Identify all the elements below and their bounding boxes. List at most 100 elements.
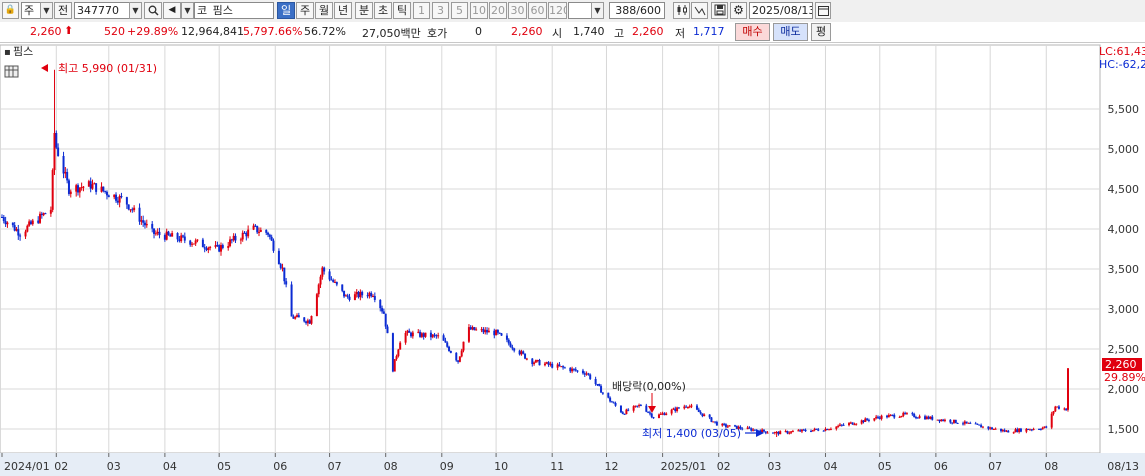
- buy-button[interactable]: 매수: [735, 23, 770, 41]
- candle-body: [259, 229, 262, 232]
- candle-body: [714, 421, 717, 423]
- tab-minute[interactable]: 분: [355, 2, 373, 19]
- candle-body: [771, 432, 774, 434]
- candle-body: [685, 406, 688, 408]
- candle-body: [449, 351, 452, 353]
- candle-body: [118, 196, 121, 203]
- candle-body: [408, 330, 411, 333]
- candle-body: [699, 412, 702, 414]
- candle-body: [571, 368, 574, 372]
- candle-body: [873, 418, 876, 421]
- interval-3[interactable]: 3: [432, 2, 449, 19]
- interval-5[interactable]: 5: [451, 2, 468, 19]
- candle-body: [779, 431, 782, 435]
- gear-icon[interactable]: ⚙: [730, 2, 747, 19]
- candle-body: [842, 424, 845, 426]
- interval-10[interactable]: 10: [470, 2, 488, 19]
- candle-body: [940, 419, 943, 422]
- candle-body: [15, 229, 18, 231]
- tab-month[interactable]: 월: [315, 2, 333, 19]
- tab-year[interactable]: 년: [334, 2, 352, 19]
- candle-body: [1012, 432, 1015, 434]
- search-icon[interactable]: [144, 2, 162, 19]
- candle-body: [886, 415, 889, 418]
- candle-body: [838, 424, 841, 426]
- candle-body: [531, 358, 534, 365]
- candle-body: [422, 333, 425, 337]
- count-field[interactable]: 388/600: [609, 2, 665, 19]
- tab-second[interactable]: 초: [374, 2, 392, 19]
- calendar-icon[interactable]: [815, 2, 831, 19]
- save-icon[interactable]: [711, 2, 728, 19]
- candle-body: [169, 234, 172, 237]
- interval-60[interactable]: 60: [528, 2, 547, 19]
- interval-20[interactable]: 20: [489, 2, 507, 19]
- candle-body: [965, 421, 968, 423]
- candle-body: [876, 416, 879, 418]
- candle-body: [878, 417, 881, 419]
- interval-custom-input[interactable]: [568, 2, 592, 19]
- sell-button[interactable]: 매도: [773, 23, 808, 41]
- candle-body: [746, 427, 749, 430]
- candle-body: [332, 280, 335, 282]
- draw-line-icon[interactable]: [691, 2, 708, 19]
- candle-body: [1052, 411, 1055, 414]
- candle-body: [435, 335, 438, 337]
- candle-body: [556, 364, 559, 368]
- candle-body: [334, 281, 337, 283]
- candle-body: [855, 423, 858, 425]
- tab-day[interactable]: 일: [277, 2, 295, 19]
- legend-table-icon[interactable]: [4, 65, 19, 78]
- candle-settings-icon[interactable]: [673, 2, 690, 19]
- candle-body: [100, 186, 103, 192]
- interval-dropdown-icon[interactable]: ▼: [591, 2, 604, 19]
- x-tick-label: 08: [384, 460, 398, 473]
- candle-body: [285, 281, 288, 285]
- candle-body: [26, 225, 29, 232]
- candle-body: [621, 412, 624, 414]
- prev-button[interactable]: 전: [54, 2, 72, 19]
- price-chart[interactable]: ▪ 핌스 LC:61,43 HC:-62,2 최고 5,990 (01/31) …: [0, 43, 1145, 476]
- candle-body: [292, 316, 295, 319]
- speaker-dropdown-icon[interactable]: ▼: [181, 2, 194, 19]
- candle-body: [898, 416, 901, 418]
- hoga-label: 호가: [427, 27, 448, 40]
- candle-body: [976, 423, 979, 425]
- lock-icon[interactable]: 🔒: [2, 2, 19, 19]
- candle-body: [1039, 429, 1042, 431]
- candle-body: [943, 419, 946, 421]
- interval-30[interactable]: 30: [508, 2, 527, 19]
- speaker-icon[interactable]: ◀: [163, 2, 181, 19]
- candle-body: [511, 347, 514, 349]
- candle-body: [576, 370, 579, 372]
- stock-name-field[interactable]: 코 핌스: [194, 2, 274, 19]
- candle-body: [777, 431, 780, 435]
- avg-button[interactable]: 평: [811, 23, 831, 41]
- candle-body: [969, 422, 972, 424]
- x-tick-label: 12: [604, 460, 618, 473]
- volume: 12,964,841: [181, 25, 244, 38]
- candle-body: [1057, 406, 1060, 409]
- candle-body: [484, 329, 487, 333]
- candle-body: [1, 217, 3, 218]
- candle-body: [610, 401, 613, 403]
- candle-body: [887, 415, 890, 418]
- legend-name: 핌스: [13, 45, 33, 58]
- candle-body: [748, 427, 751, 429]
- interval-1[interactable]: 1: [413, 2, 430, 19]
- period-select[interactable]: 주: [21, 2, 41, 19]
- candle-body: [800, 429, 803, 432]
- interval-120[interactable]: 120: [548, 2, 567, 19]
- candle-body: [505, 335, 508, 340]
- tab-week[interactable]: 주: [296, 2, 314, 19]
- candle-body: [913, 413, 916, 418]
- tab-tick[interactable]: 틱: [393, 2, 411, 19]
- candle-body: [93, 183, 96, 185]
- candle-body: [791, 431, 794, 433]
- date-field[interactable]: 2025/08/13: [749, 2, 813, 19]
- stock-code-input[interactable]: 347770: [74, 2, 130, 19]
- period-dropdown-icon[interactable]: ▼: [40, 2, 53, 19]
- candle-body: [627, 409, 630, 411]
- stock-code-dropdown-icon[interactable]: ▼: [129, 2, 142, 19]
- turnover: 56.72%: [304, 25, 346, 38]
